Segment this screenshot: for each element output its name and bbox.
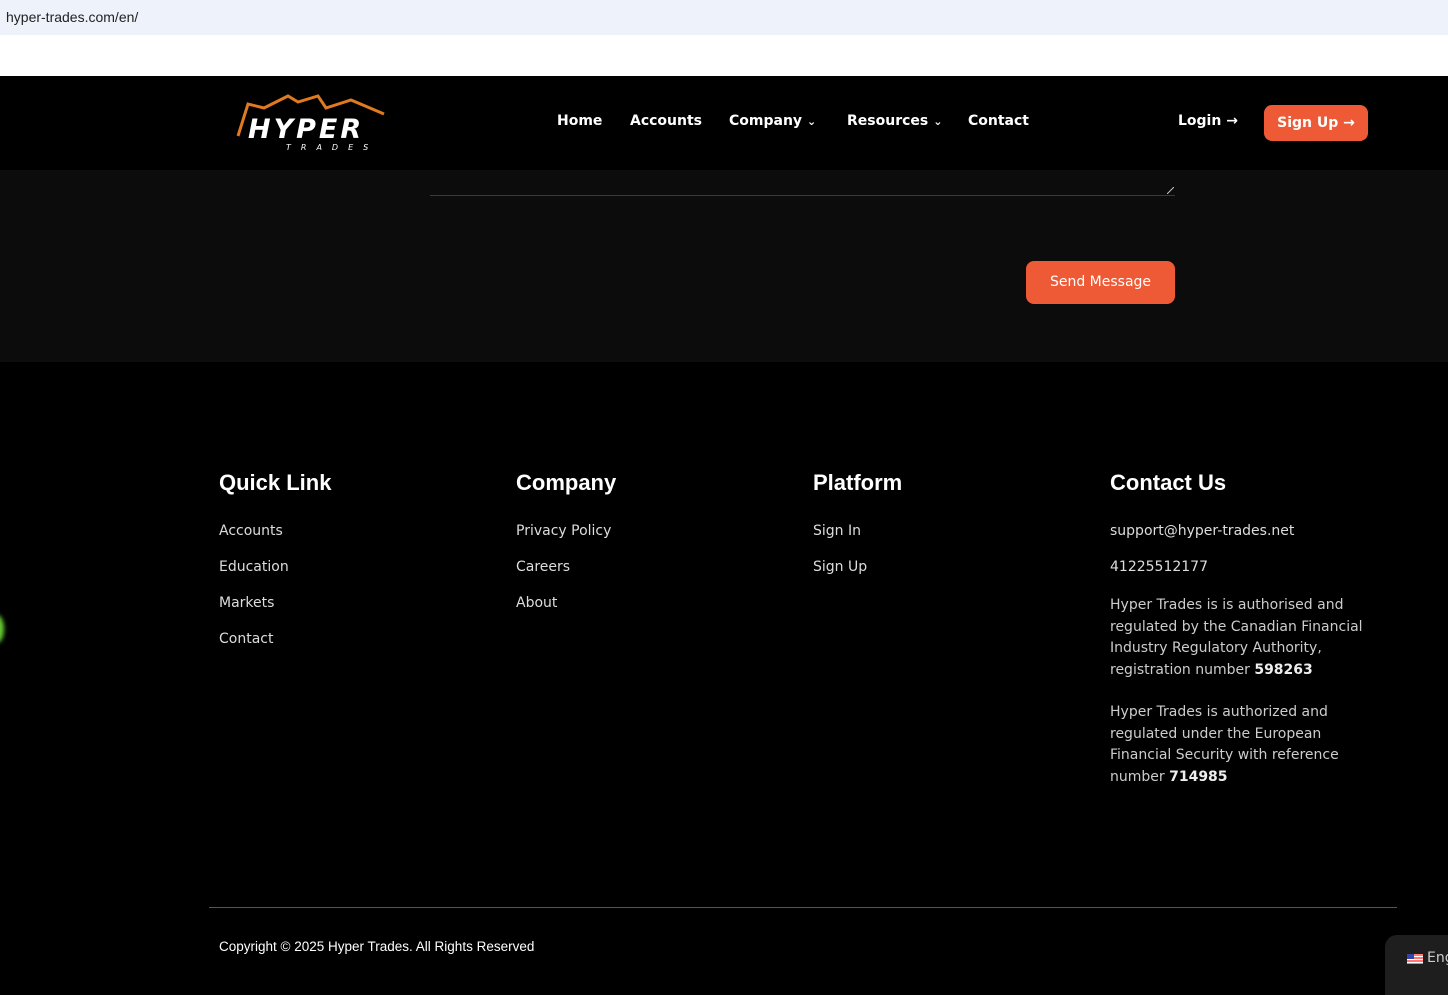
chevron-down-icon: ⌄ — [933, 115, 943, 128]
contact-email[interactable]: support@hyper-trades.net — [1110, 523, 1380, 559]
footer-platform: Platform Sign In Sign Up — [813, 470, 902, 595]
login-link[interactable]: Login → — [1178, 113, 1238, 129]
footer-quick-links: Quick Link Accounts Education Markets Co… — [219, 470, 331, 667]
logo[interactable]: HYPER TRADES — [236, 92, 411, 156]
language-switcher[interactable]: Eng — [1385, 935, 1448, 995]
footer-company: Company Privacy Policy Careers About — [516, 470, 616, 631]
browser-spacer — [0, 35, 1448, 76]
send-message-button[interactable]: Send Message — [1026, 261, 1175, 304]
us-flag-icon — [1407, 954, 1423, 964]
footer-heading: Company — [516, 470, 617, 495]
footer-link-careers[interactable]: Careers — [516, 559, 616, 595]
regulation-text-1: Hyper Trades is is authorised and regula… — [1110, 595, 1380, 681]
nav-home[interactable]: Home — [557, 113, 602, 129]
footer-link-markets[interactable]: Markets — [219, 595, 331, 631]
nav-accounts[interactable]: Accounts — [630, 113, 702, 129]
chat-widget-glow — [0, 615, 4, 643]
footer-divider — [209, 907, 1397, 908]
footer-contact: Contact Us support@hyper-trades.net 4122… — [1110, 470, 1380, 809]
nav-resources[interactable]: Resources ⌄ — [847, 113, 942, 129]
footer-heading: Quick Link — [219, 470, 332, 495]
nav-contact[interactable]: Contact — [968, 113, 1029, 129]
resize-grip-icon[interactable] — [1167, 187, 1174, 194]
footer-heading: Platform — [813, 470, 903, 495]
footer-link-privacy[interactable]: Privacy Policy — [516, 523, 616, 559]
copyright: Copyright © 2025 Hyper Trades. All Right… — [219, 939, 535, 954]
footer-link-accounts[interactable]: Accounts — [219, 523, 331, 559]
language-label: Eng — [1427, 950, 1448, 966]
footer-link-signin[interactable]: Sign In — [813, 523, 902, 559]
svg-text:HYPER: HYPER — [248, 114, 364, 145]
contact-form: Send Message — [0, 170, 1448, 362]
footer-link-contact[interactable]: Contact — [219, 631, 331, 667]
svg-text:TRADES: TRADES — [286, 143, 378, 152]
footer-heading: Contact Us — [1110, 470, 1227, 495]
chevron-down-icon: ⌄ — [807, 115, 817, 128]
signup-button[interactable]: Sign Up → — [1264, 105, 1368, 141]
footer-link-signup[interactable]: Sign Up — [813, 559, 902, 595]
registration-number: 598263 — [1254, 661, 1313, 678]
regulation-text: Hyper Trades is is authorised and regula… — [1110, 597, 1363, 678]
footer-link-about[interactable]: About — [516, 595, 616, 631]
message-textarea[interactable] — [430, 170, 1175, 196]
address-bar[interactable]: hyper-trades.com/en/ — [0, 0, 1448, 35]
reference-number: 714985 — [1169, 768, 1228, 785]
footer-link-education[interactable]: Education — [219, 559, 331, 595]
contact-phone[interactable]: 41225512177 — [1110, 559, 1380, 595]
nav-company-label: Company — [729, 113, 803, 129]
nav-company[interactable]: Company ⌄ — [729, 113, 816, 129]
regulation-text-2: Hyper Trades is authorized and regulated… — [1110, 702, 1380, 788]
nav-resources-label: Resources — [847, 113, 929, 129]
